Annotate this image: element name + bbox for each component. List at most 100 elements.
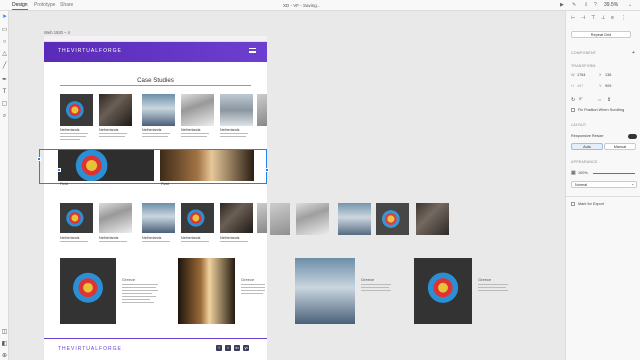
story-heading: Greece <box>122 277 136 282</box>
case-photo-hands[interactable] <box>99 94 132 126</box>
align-top-icon[interactable]: ⊥ <box>601 15 605 21</box>
text-placeholder <box>478 287 506 288</box>
distribute-vertical-icon[interactable]: ⋮ <box>621 15 626 21</box>
case-photo-gears[interactable] <box>60 94 93 126</box>
line-icon[interactable]: ╱ <box>1 63 8 70</box>
case-caption: Netherlands <box>181 128 201 132</box>
artboard[interactable]: THEVIRTUALFORGE Case Studies Netherlands… <box>39 36 267 360</box>
fix-position-checkbox[interactable] <box>571 108 575 112</box>
plugins-icon[interactable]: ⊕ <box>1 353 8 360</box>
case-photo-businessman[interactable] <box>142 94 175 126</box>
repeat-grid-label: Repeat Grid <box>590 33 612 37</box>
y-field[interactable]: 909 <box>605 84 611 88</box>
property-inspector: ⊢ ⊣ ⊤ ⊥ ≡ ⋮ Repeat Grid COMPONENT + TRAN… <box>565 11 640 360</box>
ellipse-icon[interactable]: ○ <box>1 39 8 46</box>
text-placeholder <box>142 133 170 134</box>
select-arrow-icon[interactable]: ➤ <box>1 14 8 21</box>
height-label: H <box>571 84 574 88</box>
text-placeholder <box>122 290 158 291</box>
zoom-level[interactable]: 39.5% <box>604 2 618 8</box>
text-placeholder <box>99 133 127 134</box>
text-placeholder <box>478 290 508 291</box>
responsive-toggle[interactable] <box>628 134 637 139</box>
tab-design[interactable]: Design <box>12 2 28 10</box>
case-photo-partial[interactable] <box>257 94 267 126</box>
text-placeholder <box>122 296 156 297</box>
text-placeholder <box>60 139 80 140</box>
resize-handle[interactable] <box>37 157 41 161</box>
feature-photo-chart-hands[interactable] <box>160 150 254 181</box>
overflow-story-photo[interactable] <box>295 258 355 324</box>
document-title: XD - VF - Saving... <box>283 3 321 8</box>
facebook-icon[interactable]: f <box>216 345 222 351</box>
overflow-grid-row[interactable] <box>270 203 560 235</box>
x-field[interactable]: 136 <box>605 73 611 77</box>
opacity-slider[interactable] <box>593 173 635 174</box>
rectangle-icon[interactable]: ▭ <box>1 27 8 34</box>
text-placeholder <box>241 293 263 294</box>
distribute-icon[interactable]: ≡ <box>611 15 614 21</box>
overflow-photo <box>338 203 371 235</box>
case-photo-gears[interactable] <box>181 203 214 233</box>
case-photo-businessman[interactable] <box>142 203 175 233</box>
rotate-icon[interactable]: ↻ <box>571 97 575 103</box>
rotation-field[interactable]: 0° <box>579 97 583 101</box>
repeat-grid-button[interactable]: Repeat Grid <box>571 31 631 38</box>
resize-handle[interactable] <box>265 168 269 172</box>
case-photo-gears[interactable] <box>60 203 93 233</box>
case-photo-hands[interactable] <box>220 203 253 233</box>
artboard-label[interactable]: Web 1920 – 4 <box>44 30 70 35</box>
align-right-icon[interactable]: ⊤ <box>591 15 595 21</box>
play-icon[interactable]: ▶ <box>560 2 564 8</box>
resize-handle[interactable] <box>57 168 61 172</box>
triangle-icon[interactable]: △ <box>1 51 8 58</box>
pen-icon[interactable]: ✒ <box>1 77 8 84</box>
text-placeholder <box>361 290 391 291</box>
feature-photo-gears[interactable] <box>58 150 154 181</box>
blend-mode-select[interactable]: Normal <box>571 181 637 188</box>
opacity-icon: ▦ <box>571 170 576 176</box>
story-photo-gears[interactable] <box>60 258 116 324</box>
flip-vertical-icon[interactable]: ⇕ <box>607 97 611 103</box>
text-placeholder <box>122 287 156 288</box>
assets-icon[interactable]: ◧ <box>1 341 8 348</box>
text-placeholder <box>99 241 127 242</box>
tab-prototype[interactable]: Prototype <box>34 2 55 8</box>
feature-caption: Field <box>161 182 169 186</box>
case-photo-meeting[interactable] <box>181 94 214 126</box>
linkedin-icon[interactable]: in <box>234 345 240 351</box>
case-photo-partial[interactable] <box>257 203 267 233</box>
help-icon[interactable]: ? <box>594 2 597 8</box>
fix-position-label: Fix Position When Scrolling <box>578 108 625 112</box>
align-center-icon[interactable]: ⊣ <box>581 15 585 21</box>
story-photo-chart-hands[interactable] <box>178 258 235 324</box>
share-icon[interactable]: ⇪ <box>584 2 588 8</box>
auto-button[interactable]: Auto <box>571 143 603 150</box>
hamburger-menu-icon[interactable] <box>249 48 256 53</box>
chevron-down-icon[interactable]: ⌄ <box>628 2 632 8</box>
flip-horizontal-icon[interactable]: ⇔ <box>597 97 602 103</box>
blend-mode-value: Normal <box>575 183 588 187</box>
tab-share[interactable]: Share <box>60 2 73 8</box>
zoom-icon[interactable]: ⌕ <box>1 113 8 120</box>
text-placeholder <box>181 241 209 242</box>
artboard-icon[interactable]: ▢ <box>1 101 8 108</box>
twitter-icon[interactable]: t <box>225 345 231 351</box>
manual-button[interactable]: Manual <box>604 143 636 150</box>
case-photo-meeting[interactable] <box>99 203 132 233</box>
youtube-icon[interactable]: yt <box>243 345 249 351</box>
layers-icon[interactable]: ◫ <box>1 329 8 336</box>
comment-icon[interactable]: ✎ <box>572 2 576 8</box>
align-left-icon[interactable]: ⊢ <box>571 15 575 21</box>
case-photo-office[interactable] <box>220 94 253 126</box>
text-icon[interactable]: T <box>1 89 8 96</box>
overflow-story-photo[interactable] <box>414 258 472 324</box>
opacity-field[interactable]: 100% <box>578 171 588 175</box>
text-placeholder <box>142 241 170 242</box>
browser-chrome <box>44 36 267 42</box>
title-divider <box>60 85 251 86</box>
height-field[interactable]: 487 <box>577 84 583 88</box>
add-icon[interactable]: + <box>632 50 635 56</box>
export-checkbox[interactable] <box>571 202 575 206</box>
width-field[interactable]: 1764 <box>577 73 585 77</box>
